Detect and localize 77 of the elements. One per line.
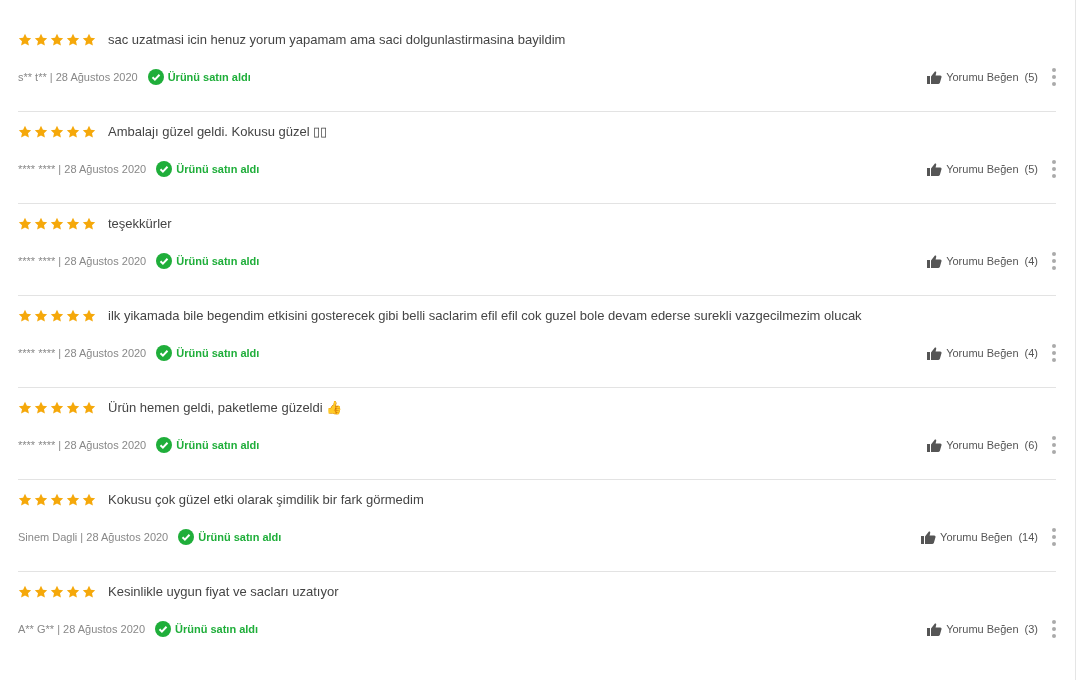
more-options-icon[interactable] bbox=[1052, 528, 1056, 546]
verified-purchase-label: Ürünü satın aldı bbox=[198, 529, 282, 545]
review-author-date: Sinem Dagli | 28 Ağustos 2020 bbox=[18, 529, 169, 545]
review-author-date: **** **** | 28 Ağustos 2020 bbox=[18, 253, 147, 269]
star-icon bbox=[34, 125, 48, 139]
review-text: Kokusu çok güzel etki olarak şimdilik bir fark görmedim bbox=[108, 491, 424, 510]
star-icon bbox=[66, 33, 80, 47]
star-icon bbox=[50, 585, 64, 599]
star-icon bbox=[34, 217, 48, 231]
review-author-date: **** **** | 28 Ağustos 2020 bbox=[18, 161, 147, 177]
thumbs-up-icon bbox=[927, 162, 943, 176]
star-icon bbox=[66, 309, 80, 323]
more-options-icon[interactable] bbox=[1052, 620, 1056, 638]
star-icon bbox=[18, 585, 32, 599]
like-review-button[interactable]: Yorumu Beğen (5) bbox=[927, 68, 1038, 86]
verified-purchase-label: Ürünü satın aldı bbox=[176, 161, 260, 177]
star-icon bbox=[18, 309, 32, 323]
review-text: Kesinlikle uygun fiyat ve sacları uzatıyor bbox=[108, 583, 339, 602]
star-icon bbox=[34, 585, 48, 599]
star-icon bbox=[82, 33, 96, 47]
thumbs-up-icon bbox=[927, 346, 943, 360]
star-icon bbox=[66, 217, 80, 231]
verified-purchase-label: Ürünü satın aldı bbox=[176, 437, 260, 453]
star-icon bbox=[34, 33, 48, 47]
more-options-icon[interactable] bbox=[1052, 436, 1056, 454]
thumbs-up-icon bbox=[927, 254, 943, 268]
star-icon bbox=[66, 493, 80, 507]
thumbs-up-icon bbox=[921, 530, 937, 544]
star-icon bbox=[50, 401, 64, 415]
more-options-icon[interactable] bbox=[1052, 160, 1056, 178]
like-review-button[interactable]: Yorumu Beğen (5) bbox=[927, 160, 1038, 178]
star-icon bbox=[18, 493, 32, 507]
more-options-icon[interactable] bbox=[1052, 68, 1056, 86]
review-text: Ambalajı güzel geldi. Kokusu güzel ▯▯ bbox=[108, 123, 328, 142]
star-icon bbox=[18, 125, 32, 139]
star-icon bbox=[82, 309, 96, 323]
star-icon bbox=[82, 585, 96, 599]
review-text: Ürün hemen geldi, paketleme güzeldi 👍 bbox=[108, 399, 343, 418]
thumbs-up-icon bbox=[927, 70, 943, 84]
star-icon bbox=[50, 309, 64, 323]
verified-purchase-label: Ürünü satın aldı bbox=[176, 345, 260, 361]
more-options-icon[interactable] bbox=[1052, 252, 1056, 270]
star-icon bbox=[34, 309, 48, 323]
thumbs-up-icon bbox=[927, 438, 943, 452]
star-icon bbox=[66, 125, 80, 139]
like-review-button[interactable]: Yorumu Beğen (6) bbox=[927, 436, 1038, 454]
star-icon bbox=[50, 125, 64, 139]
review-author-date: s** t** | 28 Ağustos 2020 bbox=[18, 69, 138, 85]
review-text: teşekkürler bbox=[108, 215, 172, 234]
review-author-date: A** G** | 28 Ağustos 2020 bbox=[18, 621, 145, 637]
review-text: ilk yikamada bile begendim etkisini gosterecek gibi belli saclarim efil efil cok guzel bole devam ederse surekli vazgecilmezim olucak bbox=[108, 307, 862, 326]
star-icon bbox=[18, 33, 32, 47]
star-icon bbox=[34, 401, 48, 415]
star-icon bbox=[66, 401, 80, 415]
star-icon bbox=[50, 33, 64, 47]
star-icon bbox=[50, 493, 64, 507]
like-review-button[interactable]: Yorumu Beğen (4) bbox=[927, 252, 1038, 270]
thumbs-up-icon bbox=[927, 622, 943, 636]
star-icon bbox=[82, 493, 96, 507]
review-text: sac uzatmasi icin henuz yorum yapamam ama saci dolgunlastirmasina bayildim bbox=[108, 31, 566, 50]
star-icon bbox=[18, 217, 32, 231]
star-icon bbox=[82, 125, 96, 139]
star-icon bbox=[18, 401, 32, 415]
verified-purchase-label: Ürünü satın aldı bbox=[176, 253, 260, 269]
review-author-date: **** **** | 28 Ağustos 2020 bbox=[18, 437, 147, 453]
verified-purchase-label: Ürünü satın aldı bbox=[167, 69, 251, 85]
like-review-button[interactable]: Yorumu Beğen (4) bbox=[927, 344, 1038, 362]
star-icon bbox=[82, 217, 96, 231]
review-author-date: **** **** | 28 Ağustos 2020 bbox=[18, 345, 147, 361]
star-icon bbox=[34, 493, 48, 507]
verified-purchase-label: Ürünü satın aldı bbox=[175, 621, 259, 637]
star-icon bbox=[82, 401, 96, 415]
star-icon bbox=[66, 585, 80, 599]
like-review-button[interactable]: Yorumu Beğen (3) bbox=[927, 620, 1038, 638]
star-icon bbox=[50, 217, 64, 231]
more-options-icon[interactable] bbox=[1052, 344, 1056, 362]
like-review-button[interactable]: Yorumu Beğen (14) bbox=[921, 528, 1038, 546]
